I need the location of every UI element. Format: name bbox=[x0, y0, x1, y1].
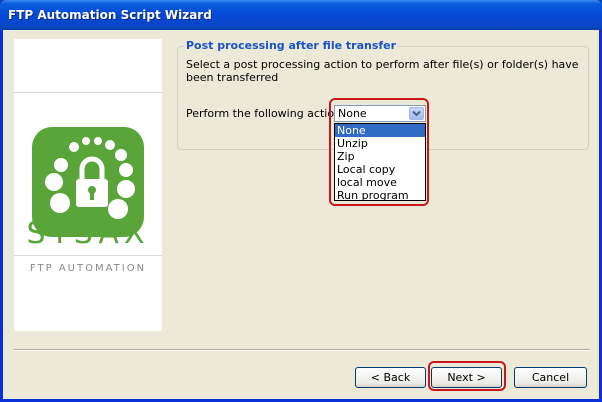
brand-tagline: FTP AUTOMATION bbox=[29, 263, 147, 274]
action-label: Perform the following action: bbox=[186, 107, 345, 120]
wizard-body: SYSAX FTP AUTOMATION Post processing aft… bbox=[3, 30, 599, 399]
branding-panel: SYSAX FTP AUTOMATION bbox=[14, 39, 162, 331]
group-title: Post processing after file transfer bbox=[184, 39, 399, 52]
dropdown-highlight-outline bbox=[329, 98, 429, 206]
title-bar[interactable]: FTP Automation Script Wizard bbox=[0, 0, 602, 30]
panel-divider bbox=[14, 92, 162, 93]
cancel-button[interactable]: Cancel bbox=[514, 367, 587, 388]
back-button[interactable]: < Back bbox=[355, 367, 426, 388]
brand-name: SYSAX bbox=[26, 216, 150, 251]
logo-divider bbox=[14, 255, 162, 256]
section-description: Select a post processing action to perfo… bbox=[186, 58, 579, 84]
wizard-window: FTP Automation Script Wizard SYSAX FTP A… bbox=[0, 0, 602, 402]
window-title: FTP Automation Script Wizard bbox=[8, 8, 212, 22]
footer-separator bbox=[14, 349, 590, 351]
next-button-highlight-outline bbox=[428, 361, 506, 391]
